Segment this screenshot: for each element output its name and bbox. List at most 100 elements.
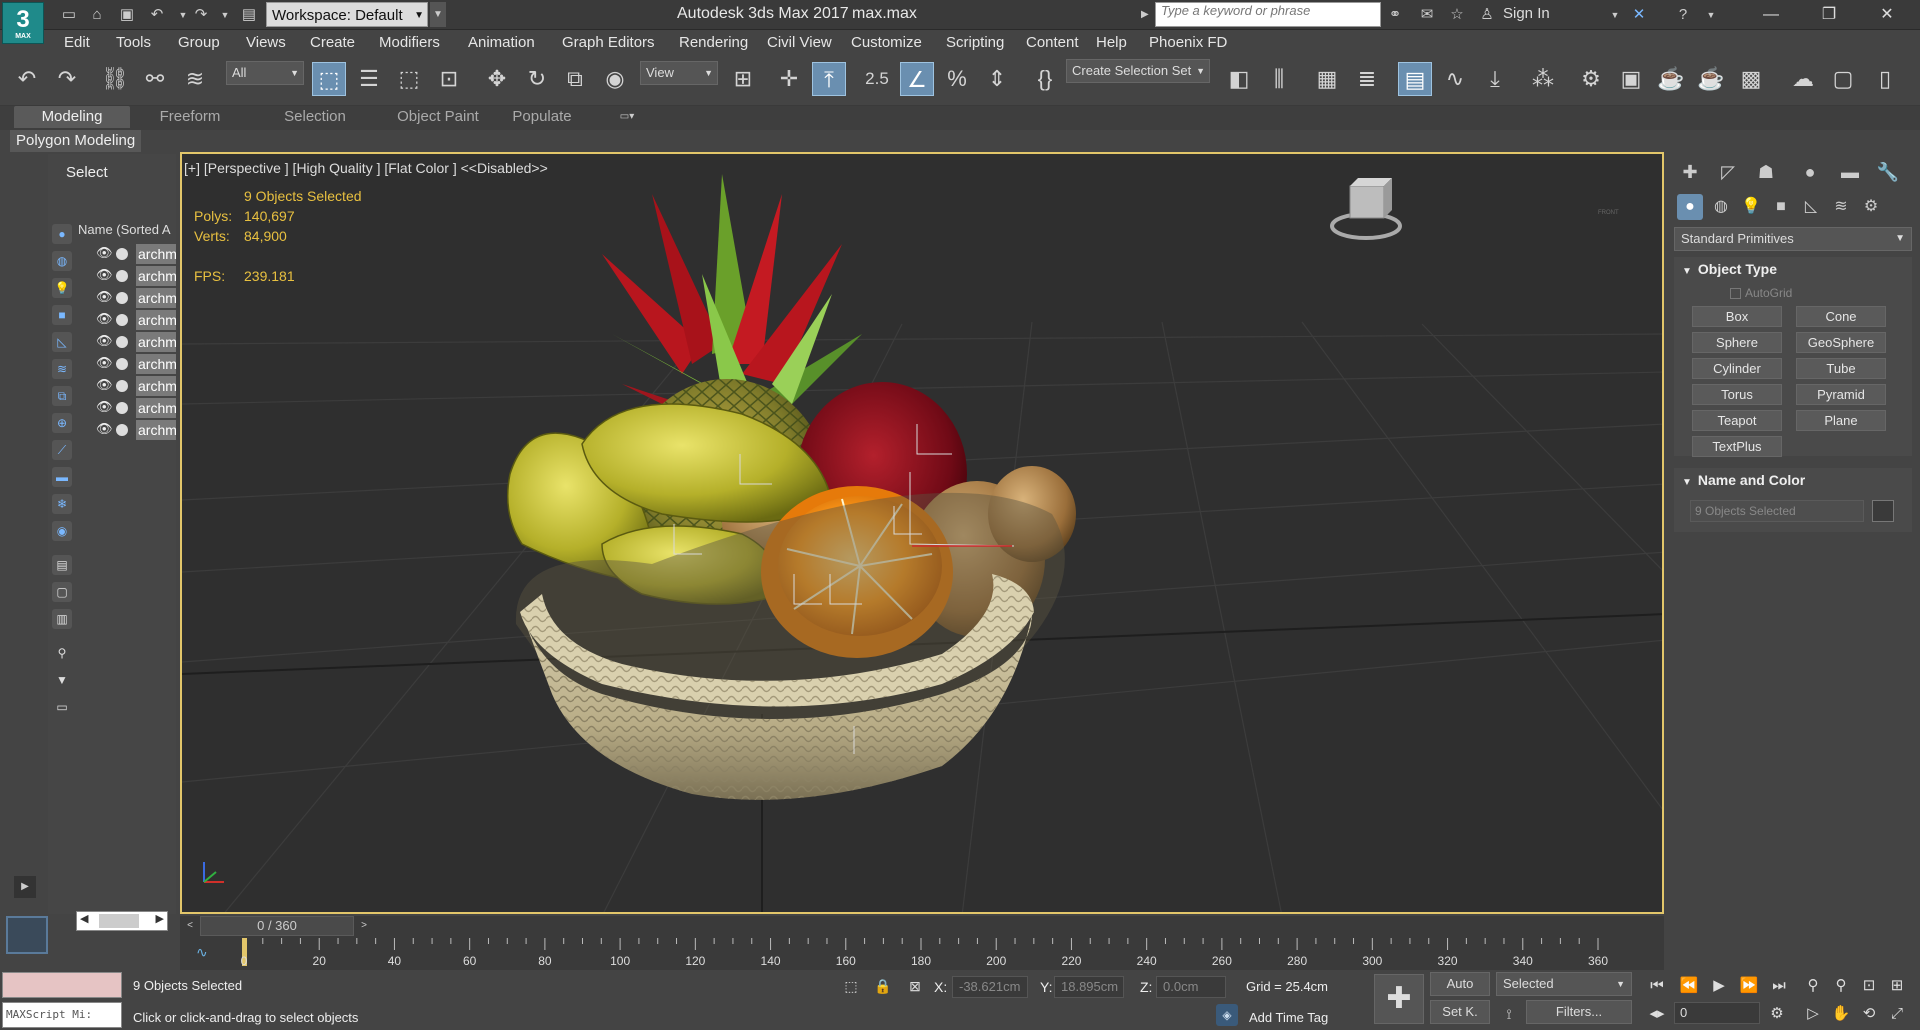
filter-space-warps-icon[interactable]: ≋ (52, 359, 72, 379)
percent-snap-icon[interactable]: % (940, 62, 974, 96)
close-icon[interactable]: ✕ (1858, 0, 1916, 30)
help-dropdown-icon[interactable]: ▼ (1700, 4, 1722, 26)
list-item[interactable]: 👁 archm (94, 244, 176, 264)
x-coordinate-field[interactable]: -38.621cm (952, 976, 1028, 998)
menu-animation[interactable]: Animation (468, 34, 535, 51)
play-icon[interactable]: ▶ (1706, 974, 1732, 998)
absolute-mode-icon[interactable]: ⊠ (904, 975, 926, 997)
eye-icon[interactable]: 👁 (96, 399, 113, 415)
list-item[interactable]: 👁 archm (94, 376, 176, 396)
rectangular-selection-icon[interactable]: ⬚ (392, 62, 426, 96)
open-file-icon[interactable]: ⌂ (86, 4, 108, 26)
perspective-viewport[interactable] (180, 152, 1664, 914)
undo-icon[interactable]: ↶ (10, 62, 44, 96)
filter-lights-icon[interactable]: 💡 (52, 278, 72, 298)
space-warps-category-icon[interactable]: ≋ (1828, 194, 1854, 220)
toggle-ribbon-icon[interactable]: ▤ (1398, 62, 1432, 96)
angle-snap-icon[interactable]: ∠ (900, 62, 934, 96)
edit-named-selection-icon[interactable]: {} (1028, 62, 1062, 96)
pan-view-icon[interactable]: ✋ (1828, 1002, 1854, 1026)
freeze-dot-icon[interactable] (116, 314, 128, 326)
pivot-center-icon[interactable]: ⊞ (726, 62, 760, 96)
maximize-viewport-icon[interactable]: ⤢ (1884, 1002, 1910, 1026)
unlink-icon[interactable]: ⚯ (138, 62, 172, 96)
keyboard-shortcut-override-icon[interactable]: ⤒ (812, 62, 846, 96)
helpers-category-icon[interactable]: ◺ (1798, 194, 1824, 220)
binoculars-icon[interactable]: ⚭ (1384, 4, 1406, 26)
autogrid-checkbox[interactable]: AutoGrid (1730, 286, 1792, 300)
bind-space-warp-icon[interactable]: ≋ (178, 62, 212, 96)
pyramid-button[interactable]: Pyramid (1796, 384, 1886, 405)
teapot-button[interactable]: Teapot (1692, 410, 1782, 431)
ribbon-options-icon[interactable]: ▭▾ (610, 106, 644, 128)
schematic-view-icon[interactable]: ⤓ (1478, 62, 1512, 96)
object-type-rollout-header[interactable]: ▼ Object Type (1674, 257, 1912, 281)
rendered-frame-window-icon[interactable]: ▣ (1614, 62, 1648, 96)
filter-funnel-icon[interactable]: ▼ (52, 670, 72, 690)
filter-hidden-icon[interactable]: ◉ (52, 521, 72, 541)
display-invert-icon[interactable]: ▥ (52, 609, 72, 629)
viewcube[interactable] (1330, 178, 1402, 240)
time-next-icon[interactable]: > (356, 916, 372, 936)
sign-in-dropdown-icon[interactable]: ▼ (1604, 4, 1626, 26)
favorites-star-icon[interactable]: ☆ (1446, 4, 1468, 26)
save-file-icon[interactable]: ▣ (116, 4, 138, 26)
list-item[interactable]: 👁 archm (94, 266, 176, 286)
menu-rendering[interactable]: Rendering (679, 34, 748, 51)
geometry-category-icon[interactable]: ● (1677, 194, 1703, 220)
toolbar-overflow-icon[interactable]: ▯ (1868, 62, 1902, 96)
list-item[interactable]: 👁 archm (94, 288, 176, 308)
plane-button[interactable]: Plane (1796, 410, 1886, 431)
new-file-icon[interactable]: ▭ (58, 4, 80, 26)
menu-customize[interactable]: Customize (851, 34, 922, 51)
search-expand-icon[interactable]: ▶ (1141, 4, 1153, 26)
viewport-layout-icon[interactable]: ▢ (1826, 62, 1860, 96)
lights-category-icon[interactable]: 💡 (1738, 194, 1764, 220)
zoom-extents-icon[interactable]: ⊡ (1856, 974, 1882, 998)
eye-icon[interactable]: 👁 (96, 267, 113, 283)
systems-category-icon[interactable]: ⚙ (1858, 194, 1884, 220)
textplus-button[interactable]: TextPlus (1692, 436, 1782, 457)
move-icon[interactable]: ✥ (480, 62, 514, 96)
zoom-icon[interactable]: ⚲ (1800, 974, 1826, 998)
freeze-dot-icon[interactable] (116, 248, 128, 260)
align-icon[interactable]: ⫼ (1262, 62, 1296, 96)
object-color-swatch[interactable] (1872, 500, 1894, 522)
expand-panel-icon[interactable]: ▶ (14, 876, 36, 898)
key-mode-icon[interactable]: ⟟ (1496, 1002, 1522, 1026)
eye-icon[interactable]: 👁 (96, 289, 113, 305)
filter-geometry-icon[interactable]: ● (52, 224, 72, 244)
project-folder-icon[interactable]: ▤ (238, 4, 260, 26)
go-to-start-icon[interactable]: ⏮ (1644, 974, 1670, 998)
rotate-icon[interactable]: ↻ (520, 62, 554, 96)
redo-icon[interactable]: ↷ (50, 62, 84, 96)
viewport-label-menu[interactable]: [+] [Perspective ] [High Quality ] [Flat… (184, 160, 548, 176)
time-tag-icon[interactable]: ◈ (1216, 1004, 1238, 1026)
menu-create[interactable]: Create (310, 34, 355, 51)
explorer-horizontal-scrollbar[interactable]: ◀ ▶ (76, 911, 168, 931)
modify-tab-icon[interactable]: ◸ (1714, 158, 1742, 186)
eye-icon[interactable]: 👁 (96, 377, 113, 393)
undo-icon[interactable]: ↶ (146, 4, 168, 26)
layer-icon[interactable]: ▭ (52, 697, 72, 717)
eye-icon[interactable]: 👁 (96, 355, 113, 371)
name-column-header[interactable]: Name (Sorted A (78, 222, 171, 237)
next-frame-icon[interactable]: ⏩ (1736, 974, 1762, 998)
eye-icon[interactable]: 👁 (96, 311, 113, 327)
add-time-tag[interactable]: Add Time Tag (1249, 1010, 1328, 1025)
redo-dropdown-icon[interactable]: ▼ (214, 4, 236, 26)
communication-icon[interactable]: ✉ (1416, 4, 1438, 26)
link-icon[interactable]: ⛓ (98, 62, 132, 96)
freeze-dot-icon[interactable] (116, 336, 128, 348)
set-key-button[interactable]: Set K. (1430, 1000, 1490, 1024)
key-filters-button[interactable]: Filters... (1526, 1000, 1632, 1024)
previous-frame-icon[interactable]: ⏪ (1676, 974, 1702, 998)
menu-tools[interactable]: Tools (116, 34, 151, 51)
window-crossing-icon[interactable]: ⊡ (432, 62, 466, 96)
freeze-dot-icon[interactable] (116, 424, 128, 436)
box-button[interactable]: Box (1692, 306, 1782, 327)
render-in-cloud-icon[interactable]: ▩ (1734, 62, 1768, 96)
render-setup-icon[interactable]: ⚙ (1574, 62, 1608, 96)
sign-in-link[interactable]: Sign In (1503, 5, 1550, 22)
minimize-icon[interactable]: — (1742, 0, 1800, 30)
